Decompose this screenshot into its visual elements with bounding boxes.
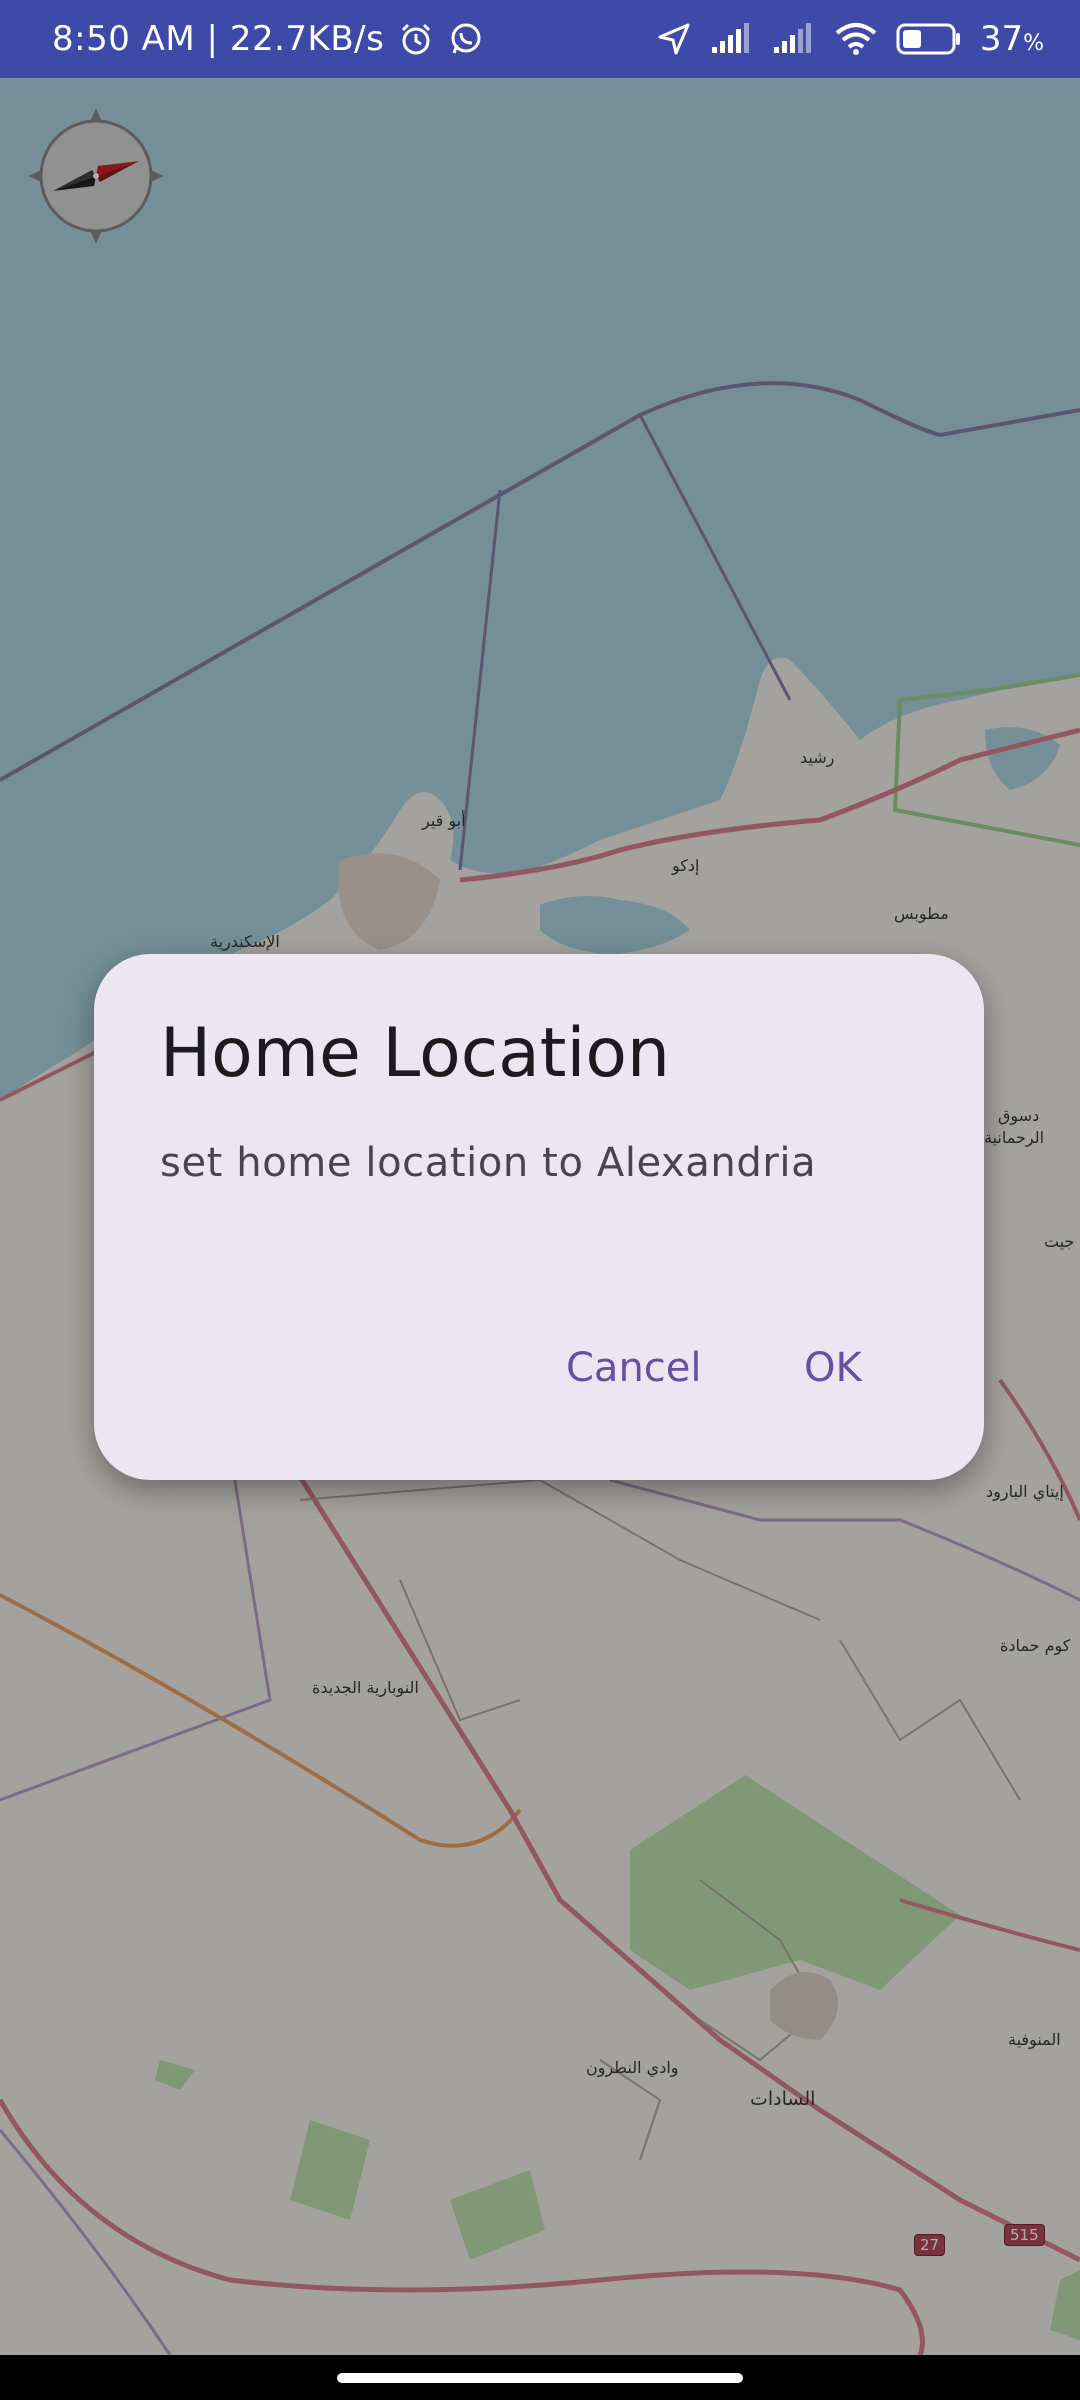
map-label-disuq: دسوق (998, 1106, 1040, 1125)
wifi-icon (834, 22, 878, 56)
home-location-dialog: Home Location set home location to Alexa… (94, 954, 984, 1480)
map-label-rashid: رشيد (800, 748, 835, 767)
map-label-menoufia: المنوفية (1008, 2030, 1061, 2049)
status-right: 37% (656, 0, 1044, 78)
battery-percent: 37% (979, 19, 1044, 59)
map-label-abu-qir: أبو قير (422, 811, 466, 830)
status-left: 8:50 AM | 22.7KB/s (52, 0, 484, 78)
status-bar: 8:50 AM | 22.7KB/s 37% (0, 0, 1080, 78)
whatsapp-icon (448, 21, 484, 57)
location-arrow-icon (656, 21, 692, 57)
map-label-mutubis: مطوبس (894, 904, 949, 923)
signal-icon (710, 23, 754, 55)
map-label-alexandria: الإسكندرية (210, 932, 280, 951)
compass-icon[interactable] (28, 108, 164, 244)
map-label-rahmaniya: الرحمانية (984, 1128, 1045, 1147)
route-shield-515: 515 (1004, 2224, 1045, 2246)
route-shield-27: 27 (914, 2234, 946, 2256)
map-label-wadi-natrun: وادي النطرون (586, 2058, 679, 2077)
dialog-title: Home Location (160, 1014, 671, 1093)
map-label-idku: إدكو (672, 856, 700, 875)
ok-button[interactable]: OK (784, 1330, 882, 1406)
map-label-edge: جيت (1044, 1232, 1075, 1251)
dialog-message: set home location to Alexandria (160, 1140, 817, 1186)
battery-icon (896, 22, 962, 56)
map-label-kom-hamada: كوم حمادة (1000, 1636, 1071, 1655)
map-label-sadat: السادات (750, 2088, 816, 2110)
map-label-itay-barud: إيتاي البارود (986, 1482, 1064, 1501)
alarm-icon (398, 21, 434, 57)
map-label-nubariya: النوبارية الجديدة (312, 1678, 419, 1697)
cancel-button[interactable]: Cancel (546, 1330, 722, 1406)
home-indicator[interactable] (337, 2373, 743, 2383)
signal-icon (772, 23, 816, 55)
status-time-speed: 8:50 AM | 22.7KB/s (52, 19, 385, 59)
